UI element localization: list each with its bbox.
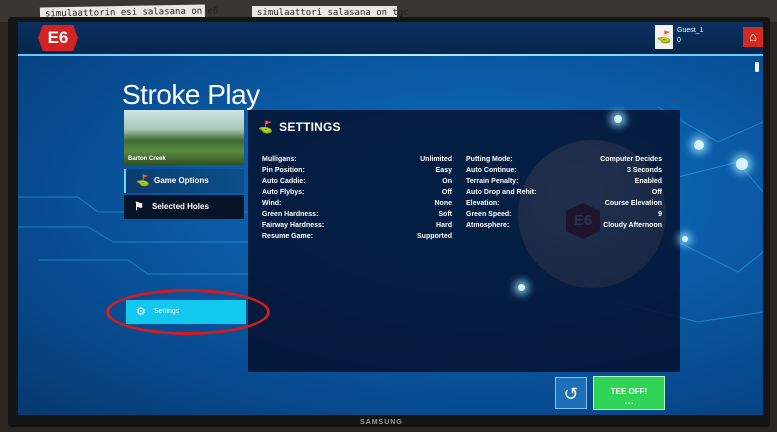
golfer-icon: ⛳ xyxy=(136,175,150,187)
flag-icon: ⚑ xyxy=(134,201,144,213)
scroll-indicator[interactable] xyxy=(755,62,759,72)
golfer-avatar-icon: ⛳ xyxy=(655,25,673,49)
settings-header: ⛳ SETTINGS xyxy=(258,120,341,134)
setting-row: Terrain Penalty: Enabled xyxy=(466,178,662,185)
page-title: Stroke Play xyxy=(122,79,260,110)
tab-selected-holes[interactable]: ⚑ Selected Holes xyxy=(124,195,244,219)
glow-dot xyxy=(736,158,748,170)
setting-row: Auto Drop and Rehit: Off xyxy=(466,189,662,196)
setting-row: Green Hardness: Soft xyxy=(262,211,452,218)
home-icon[interactable]: ⌂ xyxy=(743,27,763,47)
user-count: 0 xyxy=(677,37,681,44)
tab-label: Selected Holes xyxy=(152,202,209,211)
course-thumbnail[interactable]: Barton Creek xyxy=(124,110,244,165)
golfer-icon: ⛳ xyxy=(258,120,274,134)
setting-row: Atmosphere: Cloudy Afternoon xyxy=(466,222,662,229)
setting-row: Mulligans: Unlimited xyxy=(262,156,452,163)
settings-panel: ⛳ SETTINGS Mulligans: Unlimited Pin Positi… xyxy=(248,110,680,372)
back-button[interactable]: ↺ xyxy=(555,377,587,409)
glow-dot xyxy=(614,115,622,123)
setting-row: Fairway Hardness: Hard xyxy=(262,222,452,229)
tab-game-options[interactable]: ⛳ Game Options xyxy=(124,169,244,193)
setting-row: Green Speed: 9 xyxy=(466,211,662,218)
user-badge[interactable]: ⛳ Guest_1 0 xyxy=(655,25,703,51)
tab-label: Game Options xyxy=(154,176,209,185)
setting-row: Wind: None xyxy=(262,200,452,207)
monitor-brand: SAMSUNG xyxy=(360,419,403,426)
top-glow-line xyxy=(18,54,763,56)
setting-row: Auto Flybys: Off xyxy=(262,189,452,196)
tee-off-button[interactable]: TEE OFF! • • • xyxy=(593,376,665,410)
course-name: Barton Creek xyxy=(128,156,166,162)
setting-row: Auto Continue: 3 Seconds xyxy=(466,167,662,174)
user-name: Guest_1 xyxy=(677,27,704,34)
setting-row: Pin Position: Easy xyxy=(262,167,452,174)
glow-dot xyxy=(518,284,525,291)
glow-dot xyxy=(694,140,704,150)
tee-off-dots: • • • xyxy=(624,401,634,407)
glow-dot xyxy=(682,236,688,242)
e6-logo: E6 xyxy=(38,25,78,51)
red-annotation-circle xyxy=(106,289,270,335)
setting-row: Putting Mode: Computer Decides xyxy=(466,156,662,163)
game-screen: E6 ⛳ Guest_1 0 ⌂ Stroke Play Barton Cree… xyxy=(18,22,763,415)
setting-row: Resume Game: Supported xyxy=(262,233,452,240)
back-arrow-icon: ↺ xyxy=(563,384,579,404)
top-bar: E6 ⛳ Guest_1 0 ⌂ xyxy=(18,22,763,54)
tee-off-label: TEE OFF! xyxy=(610,387,648,396)
setting-row: Elevation: Course Elevation xyxy=(466,200,662,207)
setting-row: Auto Caddie: On xyxy=(262,178,452,185)
